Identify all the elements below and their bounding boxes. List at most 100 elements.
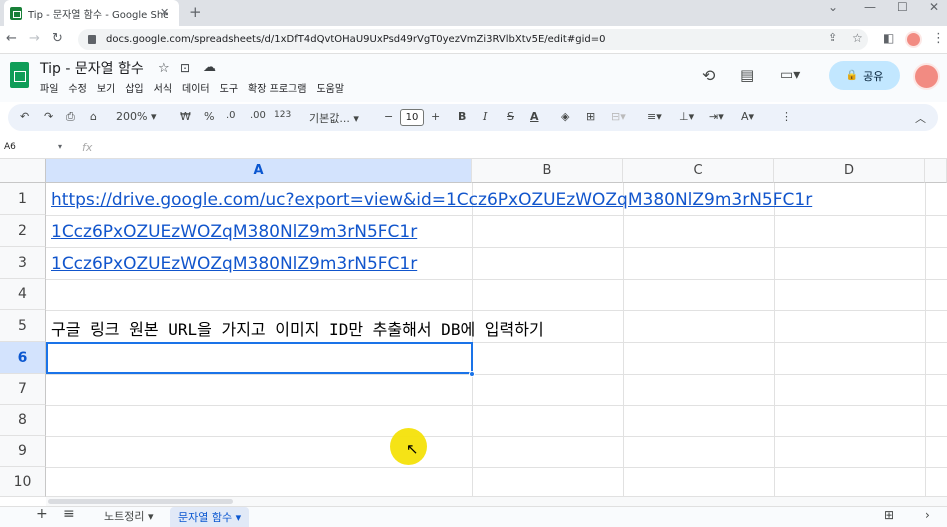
new-tab-button[interactable]: + bbox=[189, 3, 202, 21]
tab-close-icon[interactable]: ✕ bbox=[160, 6, 169, 19]
menu-help[interactable]: 도움말 bbox=[316, 80, 344, 95]
column-header-e[interactable] bbox=[925, 159, 947, 183]
row-header-6[interactable]: 6 bbox=[0, 342, 46, 374]
cell-a6-selection[interactable] bbox=[46, 342, 473, 374]
meet-icon[interactable]: ▭▾ bbox=[780, 67, 800, 83]
history-icon[interactable]: ⟲ bbox=[702, 66, 715, 85]
menu-extensions[interactable]: 확장 프로그램 bbox=[248, 80, 306, 95]
row-header-2[interactable]: 2 bbox=[0, 215, 46, 247]
currency-button[interactable]: ₩ bbox=[180, 110, 191, 123]
text-rotation-icon[interactable]: A▾ bbox=[741, 110, 754, 123]
add-sheet-button[interactable]: + bbox=[36, 506, 48, 522]
move-folder-icon[interactable]: ⊡ bbox=[180, 61, 190, 75]
sheet-tab-string-functions[interactable]: 문자열 함수 ▾ bbox=[170, 507, 250, 527]
menu-data[interactable]: 데이터 bbox=[182, 80, 210, 95]
collapse-sidebar-icon[interactable]: › bbox=[925, 508, 930, 522]
cell-a2[interactable]: 1Ccz6PxOZUEzWOZqM380NlZ9m3rN5FC1r bbox=[51, 222, 417, 242]
text-wrap-icon[interactable]: ⇥▾ bbox=[709, 110, 724, 123]
print-icon[interactable]: ⎙ bbox=[66, 110, 75, 124]
redo-icon[interactable]: ↷ bbox=[44, 110, 53, 123]
column-header-b[interactable]: B bbox=[472, 159, 623, 183]
name-box-dropdown-icon[interactable]: ▾ bbox=[58, 142, 62, 151]
italic-button[interactable]: I bbox=[483, 110, 487, 123]
share-page-icon[interactable]: ⇪ bbox=[828, 31, 837, 44]
menu-view[interactable]: 보기 bbox=[97, 80, 115, 95]
font-select[interactable]: 기본값... ▾ bbox=[309, 110, 359, 126]
cell-a1[interactable]: https://drive.google.com/uc?export=view&… bbox=[51, 190, 812, 210]
browser-tab[interactable]: Tip - 문자열 함수 - Google Shee bbox=[4, 0, 179, 26]
row-header-5[interactable]: 5 bbox=[0, 310, 46, 342]
strikethrough-button[interactable]: S bbox=[507, 110, 514, 123]
zoom-select[interactable]: 200% ▾ bbox=[116, 110, 156, 123]
menu-format[interactable]: 서식 bbox=[154, 80, 172, 95]
sheets-logo-icon[interactable] bbox=[10, 62, 29, 88]
document-title[interactable]: Tip - 문자열 함수 bbox=[40, 58, 144, 78]
cell-a5[interactable]: 구글 링크 원본 URL을 가지고 이미지 ID만 추출해서 DB에 입력하기 bbox=[51, 316, 544, 340]
borders-icon[interactable]: ⊞ bbox=[586, 110, 595, 123]
minimize-button[interactable]: — bbox=[864, 0, 876, 14]
browser-profile-avatar[interactable] bbox=[905, 31, 922, 48]
text-color-button[interactable]: A bbox=[530, 110, 539, 123]
row-divider bbox=[46, 247, 947, 248]
row-header-4[interactable]: 4 bbox=[0, 279, 46, 310]
vertical-align-icon[interactable]: ⊥▾ bbox=[679, 110, 694, 123]
comments-icon[interactable]: ▤ bbox=[740, 66, 754, 84]
merge-cells-icon[interactable]: ⊟▾ bbox=[611, 110, 626, 123]
name-box[interactable]: A6 bbox=[4, 142, 16, 152]
side-panel-icon[interactable]: ◧ bbox=[883, 31, 894, 45]
percent-button[interactable]: % bbox=[204, 110, 214, 123]
select-all-corner[interactable] bbox=[0, 159, 46, 183]
column-header-d[interactable]: D bbox=[774, 159, 925, 183]
row-divider bbox=[46, 374, 947, 375]
paint-format-icon[interactable]: ⌂ bbox=[90, 110, 97, 123]
explore-icon[interactable]: ⊞ bbox=[884, 508, 894, 522]
browser-menu-icon[interactable]: ⋮ bbox=[932, 31, 945, 46]
sheet-tab-notes[interactable]: 노트정리 ▾ bbox=[104, 508, 154, 524]
row-header-9[interactable]: 9 bbox=[0, 436, 46, 467]
row-header-7[interactable]: 7 bbox=[0, 374, 46, 405]
menu-tools[interactable]: 도구 bbox=[220, 80, 238, 95]
row-header-1[interactable]: 1 bbox=[0, 183, 46, 215]
reload-icon[interactable]: ↻ bbox=[52, 31, 63, 46]
all-sheets-button[interactable]: ≡ bbox=[63, 506, 75, 522]
sheets-favicon-icon bbox=[10, 6, 22, 20]
row-header-10[interactable]: 10 bbox=[0, 467, 46, 497]
font-size-input[interactable]: 10 bbox=[400, 109, 424, 126]
close-window-button[interactable]: ✕ bbox=[929, 0, 939, 14]
horizontal-scrollbar-thumb[interactable] bbox=[48, 499, 233, 504]
decrease-decimal-button[interactable]: .0 bbox=[226, 110, 236, 121]
bold-button[interactable]: B bbox=[458, 110, 466, 123]
omnibox[interactable]: docs.google.com/spreadsheets/d/1xDfT4dQv… bbox=[78, 29, 868, 50]
increase-decimal-button[interactable]: .00 bbox=[250, 110, 266, 121]
collapse-toolbar-icon[interactable]: ︿ bbox=[915, 110, 926, 126]
forward-arrow-icon[interactable]: → bbox=[29, 31, 40, 46]
tab-search-icon[interactable]: ⌄ bbox=[828, 0, 838, 14]
font-size-decrease[interactable]: − bbox=[384, 110, 393, 123]
maximize-button[interactable]: ☐ bbox=[897, 0, 908, 14]
undo-icon[interactable]: ↶ bbox=[20, 110, 29, 123]
align-left-icon[interactable]: ≡▾ bbox=[647, 110, 662, 123]
menu-edit[interactable]: 수정 bbox=[68, 80, 86, 95]
account-avatar[interactable] bbox=[913, 63, 940, 90]
fill-handle[interactable] bbox=[469, 371, 475, 377]
bookmark-star-icon[interactable]: ☆ bbox=[852, 31, 863, 45]
column-header-c[interactable]: C bbox=[623, 159, 774, 183]
share-button[interactable]: 🔒 공유 bbox=[829, 61, 900, 90]
number-format-button[interactable]: 123 bbox=[274, 110, 291, 120]
column-divider bbox=[623, 183, 624, 497]
column-divider bbox=[472, 183, 473, 497]
back-arrow-icon[interactable]: ← bbox=[6, 31, 17, 46]
more-options-icon[interactable]: ⋮ bbox=[781, 110, 792, 123]
cell-a3[interactable]: 1Ccz6PxOZUEzWOZqM380NlZ9m3rN5FC1r bbox=[51, 254, 417, 274]
row-divider bbox=[46, 405, 947, 406]
row-header-3[interactable]: 3 bbox=[0, 247, 46, 279]
column-divider bbox=[774, 183, 775, 497]
menu-file[interactable]: 파일 bbox=[40, 80, 58, 95]
sheet-tab-label: 문자열 함수 bbox=[178, 511, 233, 524]
column-header-a[interactable]: A bbox=[46, 159, 472, 183]
menu-insert[interactable]: 삽입 bbox=[125, 80, 143, 95]
fill-color-icon[interactable]: ◈ bbox=[561, 110, 569, 123]
star-icon[interactable]: ☆ bbox=[158, 61, 170, 76]
font-size-increase[interactable]: + bbox=[431, 110, 440, 123]
row-header-8[interactable]: 8 bbox=[0, 405, 46, 436]
